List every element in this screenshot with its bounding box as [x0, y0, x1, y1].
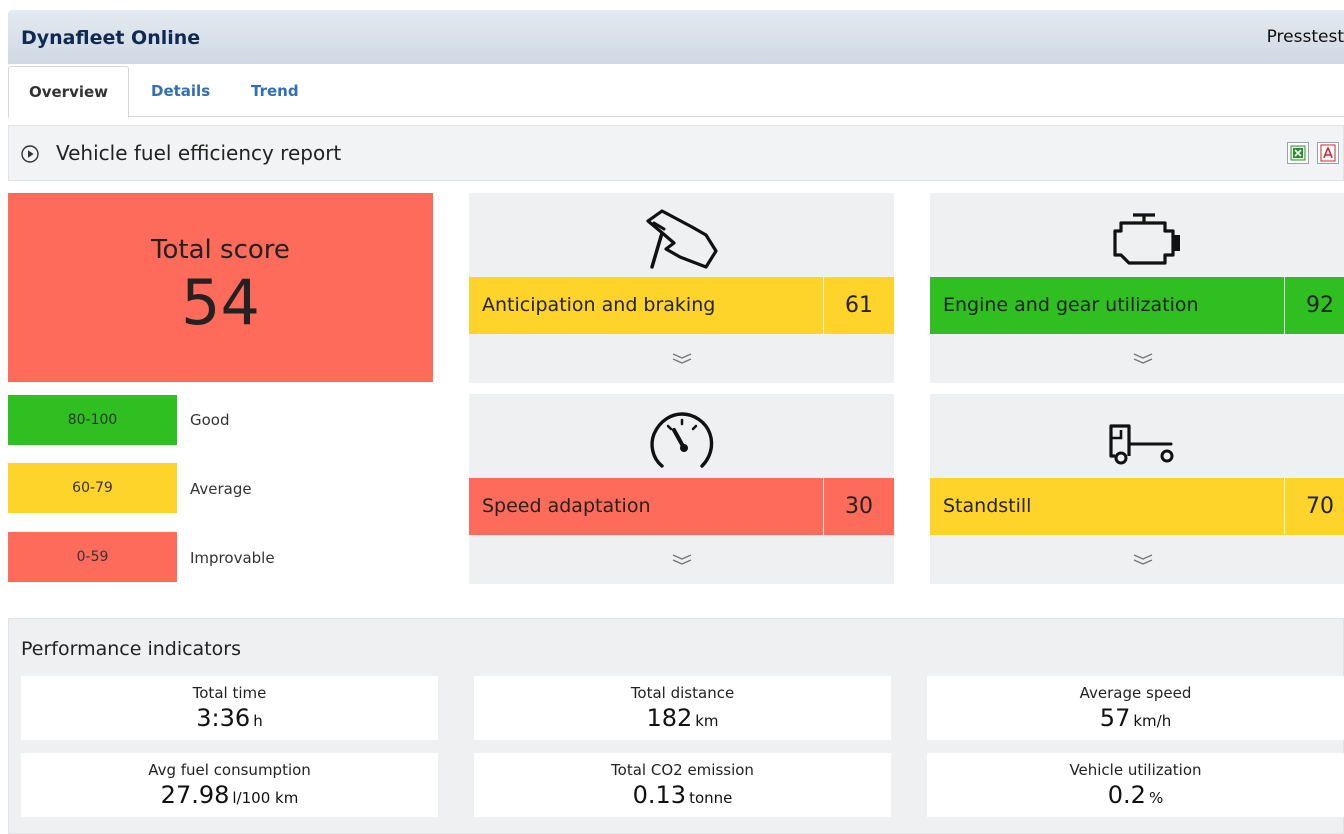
kpi-value: 0.13 — [632, 781, 687, 809]
engine-icon — [1112, 213, 1180, 265]
report-header: Vehicle fuel efficiency report — [8, 125, 1344, 181]
kpi-value: 57 — [1099, 704, 1131, 732]
category-score: 30 — [823, 478, 894, 535]
kpi-total-co2-emission: Total CO2 emission 0.13 tonne — [474, 753, 891, 817]
kpi-value: 0.2 — [1107, 781, 1146, 809]
performance-panel: Performance indicators Total time 3:36 h … — [8, 618, 1344, 834]
double-chevron-down-icon — [1133, 353, 1152, 364]
kpi-value: 182 — [646, 704, 693, 732]
double-chevron-down-icon — [672, 554, 691, 565]
app-title: Dynafleet Online — [21, 27, 201, 49]
truck-trailer-icon — [1108, 424, 1173, 465]
category-name: Speed adaptation — [482, 495, 651, 517]
kpi-avg-fuel-consumption: Avg fuel consumption 27.98 l/100 km — [21, 753, 438, 817]
legend-swatch-average: 60-79 — [8, 463, 177, 513]
category-name: Anticipation and braking — [482, 294, 716, 316]
double-chevron-down-icon — [672, 353, 691, 364]
kpi-total-time: Total time 3:36 h — [21, 676, 438, 740]
category-name: Standstill — [943, 495, 1032, 517]
tab-details[interactable]: Details — [151, 66, 210, 117]
legend-swatch-good: 80-100 — [8, 395, 177, 445]
legend-label-average: Average — [190, 480, 252, 498]
category-card-speed: Speed adaptation 30 — [469, 394, 894, 584]
category-name: Engine and gear utilization — [943, 294, 1199, 316]
app-header: Dynafleet Online Presstest — [8, 10, 1344, 64]
user-name[interactable]: Presstest — [1267, 27, 1344, 47]
kpi-unit: h — [253, 712, 263, 730]
category-score: 92 — [1284, 277, 1344, 334]
kpi-label: Total CO2 emission — [611, 761, 754, 779]
category-score: 61 — [823, 277, 894, 334]
category-card-engine: Engine and gear utilization 92 — [930, 193, 1344, 383]
pdf-export-button[interactable] — [1317, 142, 1339, 164]
pdf-icon — [1320, 144, 1336, 162]
legend-label-good: Good — [190, 411, 230, 429]
expand-button[interactable] — [930, 351, 1344, 370]
category-bar[interactable]: Speed adaptation 30 — [469, 478, 894, 535]
kpi-label: Average speed — [1079, 684, 1192, 702]
speedometer-icon — [649, 412, 713, 468]
kpi-label: Total time — [192, 684, 267, 702]
double-chevron-down-icon — [1133, 554, 1152, 565]
kpi-label: Avg fuel consumption — [148, 761, 311, 779]
kpi-unit: % — [1148, 789, 1164, 807]
kpi-label: Total distance — [630, 684, 735, 702]
excel-export-button[interactable] — [1287, 142, 1309, 164]
category-card-anticipation: Anticipation and braking 61 — [469, 193, 894, 383]
total-score-card: Total score 54 — [8, 193, 433, 382]
expand-button[interactable] — [469, 351, 894, 370]
legend-swatch-improvable: 0-59 — [8, 532, 177, 582]
expand-button[interactable] — [469, 552, 894, 571]
kpi-unit: l/100 km — [232, 789, 299, 807]
play-circle-icon[interactable] — [21, 145, 39, 163]
total-score-label: Total score — [151, 235, 290, 265]
kpi-value: 3:36 — [196, 704, 251, 732]
kpi-unit: km/h — [1133, 712, 1172, 730]
total-score-value: 54 — [181, 266, 260, 339]
kpi-unit: tonne — [689, 789, 733, 807]
hand-braking-icon — [645, 209, 718, 269]
kpi-average-speed: Average speed 57 km/h — [927, 676, 1344, 740]
category-bar[interactable]: Engine and gear utilization 92 — [930, 277, 1344, 334]
tab-bar: Overview Details Trend — [8, 66, 1344, 118]
kpi-total-distance: Total distance 182 km — [474, 676, 891, 740]
category-bar[interactable]: Anticipation and braking 61 — [469, 277, 894, 334]
tab-overview[interactable]: Overview — [8, 66, 129, 118]
performance-title: Performance indicators — [21, 638, 241, 660]
report-title: Vehicle fuel efficiency report — [56, 141, 342, 165]
kpi-vehicle-utilization: Vehicle utilization 0.2% — [927, 753, 1344, 817]
legend-label-improvable: Improvable — [190, 549, 275, 567]
excel-icon — [1290, 145, 1306, 161]
kpi-label: Vehicle utilization — [1069, 761, 1202, 779]
tab-trend[interactable]: Trend — [251, 66, 299, 117]
kpi-value: 27.98 — [160, 781, 230, 809]
category-bar[interactable]: Standstill 70 — [930, 478, 1344, 535]
kpi-unit: km — [695, 712, 719, 730]
category-card-standstill: Standstill 70 — [930, 394, 1344, 584]
expand-button[interactable] — [930, 552, 1344, 571]
category-score: 70 — [1284, 478, 1344, 535]
